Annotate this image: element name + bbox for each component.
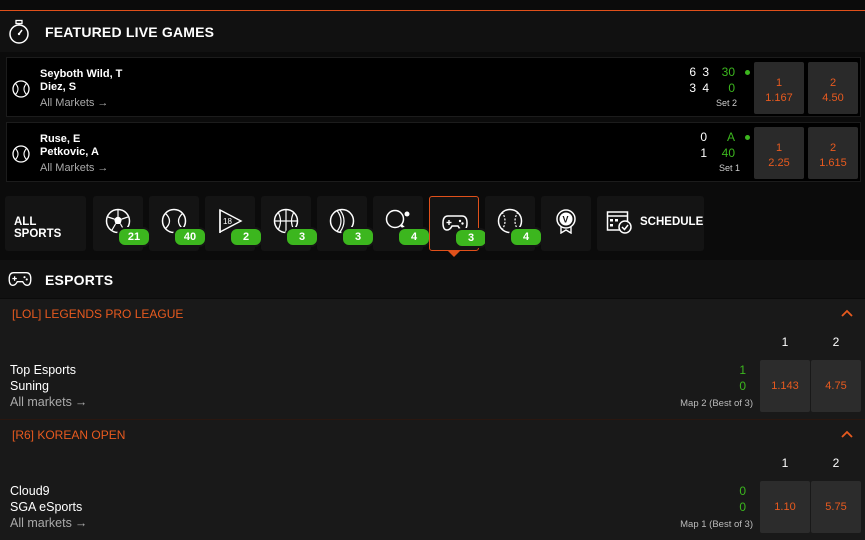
featured-match-card[interactable]: Seyboth Wild, T Diez, S All Markets → 6 3… (6, 57, 861, 117)
tennis-ball-icon (12, 80, 30, 98)
sets-score: 6 3 (689, 65, 696, 95)
sports-navigation-bar: ALL SPORTS 21 40 18 2 3 3 4 3 4 V SCHEDU… (0, 189, 865, 255)
calendar-icon (606, 211, 632, 234)
count-badge: 2 (229, 227, 263, 247)
stopwatch-icon (9, 19, 29, 44)
chevron-up-icon[interactable] (841, 307, 853, 319)
player-2-name: Diez, S (40, 81, 77, 93)
odd-button-1[interactable]: 1.143 (760, 360, 810, 412)
serving-indicator (745, 70, 750, 75)
all-markets-link[interactable]: All markets → (10, 515, 87, 531)
serving-indicator (745, 135, 750, 140)
odd-button-1[interactable]: 1 1.167 (754, 62, 804, 114)
sport-button-basketball[interactable]: 3 (261, 196, 319, 251)
column-header-1: 1 (781, 335, 789, 349)
map-label: Map 1 (Best of 3) (680, 519, 753, 530)
odd-button-2[interactable]: 2 4.50 (808, 62, 858, 114)
svg-text:18: 18 (223, 217, 232, 226)
count-badge: 3 (454, 228, 488, 248)
match-teams: Cloud9 SGA eSports All markets → (10, 483, 87, 531)
match-score: 1 0 (739, 363, 746, 393)
column-header-1: 1 (781, 456, 789, 470)
count-badge: 3 (285, 227, 319, 247)
arrow-right-icon: → (97, 97, 109, 109)
gamepad-icon (8, 272, 32, 286)
sport-button-baseball[interactable]: 4 (485, 196, 543, 251)
sport-button-soccer[interactable]: 21 (93, 196, 151, 251)
sport-button-table-tennis[interactable]: 4 (373, 196, 431, 251)
esports-header: ESPORTS (0, 260, 865, 298)
set-label: Set 1 (719, 163, 741, 173)
featured-live-games-header: FEATURED LIVE GAMES (0, 11, 865, 52)
league-section: [LOL] LEGENDS PRO LEAGUE 1 2 Top Esports… (0, 299, 865, 419)
count-badge: 3 (341, 227, 375, 247)
league-name: [R6] KOREAN OPEN (12, 428, 126, 442)
all-markets-link[interactable]: All markets → (10, 394, 87, 410)
virtual-icon: V (556, 209, 576, 234)
arrow-right-icon: → (97, 162, 109, 174)
player-1-name: Ruse, E (40, 133, 81, 145)
odd-button-2[interactable]: 4.75 (811, 360, 861, 412)
count-badge: 21 (117, 227, 151, 247)
all-markets-link[interactable]: All Markets → (40, 162, 108, 175)
team-1-name: Cloud9 (10, 484, 50, 498)
column-header-2: 2 (832, 456, 840, 470)
games-score: 3 4 (702, 65, 709, 95)
active-sport-pointer (447, 250, 461, 257)
schedule-button[interactable]: SCHEDULE (597, 196, 704, 251)
odd-button-2[interactable]: 2 1.615 (808, 127, 858, 179)
sport-button-virtual[interactable]: V (541, 196, 591, 251)
map-label: Map 2 (Best of 3) (680, 398, 753, 409)
arrow-right-icon: → (74, 395, 88, 409)
league-section: [R6] KOREAN OPEN 1 2 Cloud9 SGA eSports … (0, 420, 865, 540)
arrow-right-icon: → (74, 516, 88, 530)
all-sports-button[interactable]: ALL SPORTS (5, 196, 86, 251)
league-header[interactable]: [R6] KOREAN OPEN (0, 420, 865, 450)
all-markets-link[interactable]: All Markets → (40, 97, 122, 110)
player-2-name: Petkovic, A (40, 146, 99, 158)
league-name: [LOL] LEGENDS PRO LEAGUE (12, 307, 184, 321)
column-header-2: 2 (832, 335, 840, 349)
all-sports-label: ALL SPORTS (14, 216, 62, 240)
count-badge: 4 (397, 227, 431, 247)
team-2-name: Suning (10, 379, 49, 393)
sport-button-esports[interactable]: 3 (429, 196, 488, 251)
sport-button-tennis[interactable]: 40 (149, 196, 207, 251)
player-1-name: Seyboth Wild, T (40, 68, 123, 80)
svg-text:V: V (563, 215, 569, 225)
odd-button-1[interactable]: 1.10 (760, 481, 810, 533)
team-1-name: Top Esports (10, 363, 77, 377)
tennis-ball-icon (12, 145, 30, 163)
count-badge: 4 (509, 227, 543, 247)
match-score: 0 0 (739, 484, 746, 514)
chevron-up-icon[interactable] (841, 428, 853, 440)
match-players: Seyboth Wild, T Diez, S All Markets → (40, 68, 122, 110)
odd-button-1[interactable]: 1 2.25 (754, 127, 804, 179)
sets-score: 0 1 (700, 130, 707, 160)
points-score: 30 0 (721, 65, 735, 95)
team-2-name: SGA eSports (10, 500, 83, 514)
set-label: Set 2 (716, 98, 738, 108)
sport-button-cricket[interactable]: 3 (317, 196, 375, 251)
match-teams: Top Esports Suning All markets → (10, 362, 87, 410)
league-header[interactable]: [LOL] LEGENDS PRO LEAGUE (0, 299, 865, 329)
featured-match-card[interactable]: Ruse, E Petkovic, A All Markets → 0 1 A 4… (6, 122, 861, 182)
odd-button-2[interactable]: 5.75 (811, 481, 861, 533)
points-score: A 40 (721, 130, 735, 160)
count-badge: 40 (173, 227, 207, 247)
schedule-label: SCHEDULE (640, 216, 704, 228)
featured-title: FEATURED LIVE GAMES (45, 24, 215, 40)
match-players: Ruse, E Petkovic, A All Markets → (40, 133, 108, 175)
sport-button-golf[interactable]: 18 2 (205, 196, 263, 251)
esports-title: ESPORTS (45, 272, 114, 288)
